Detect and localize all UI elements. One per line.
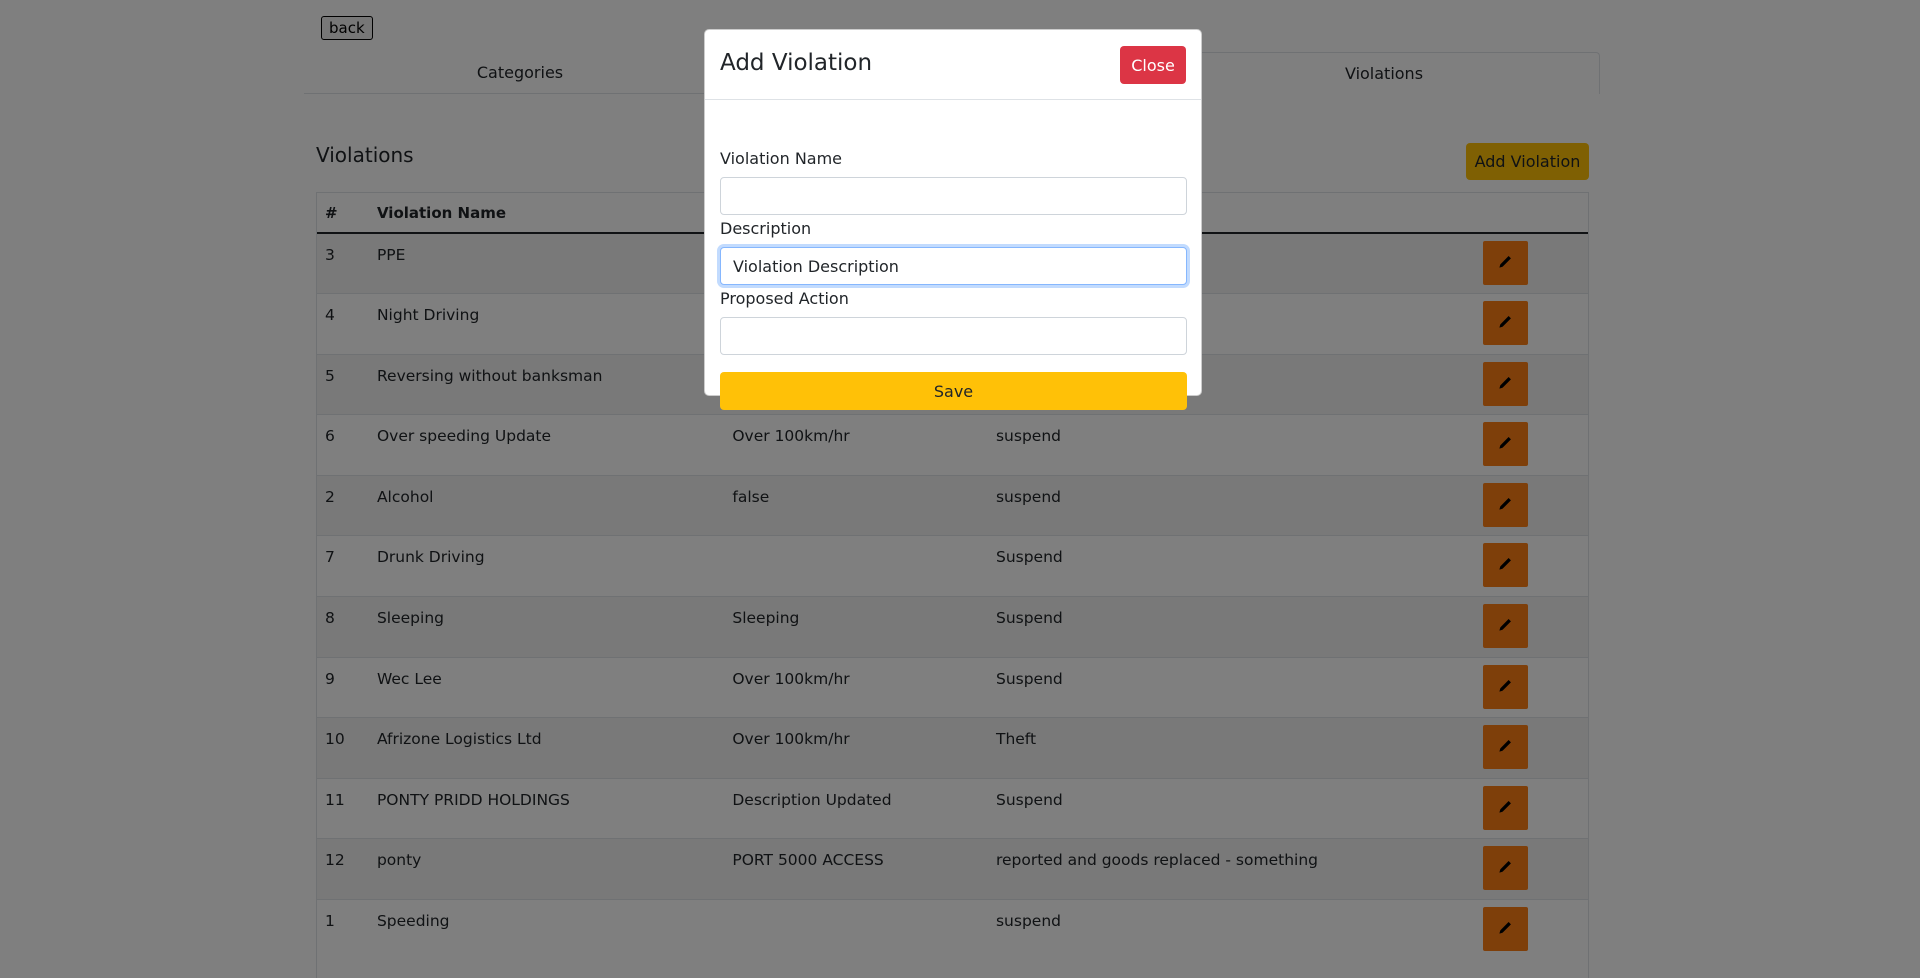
proposed-action-label: Proposed Action [720, 289, 849, 308]
description-input[interactable] [720, 247, 1187, 285]
modal-header: Add Violation Close [705, 30, 1201, 100]
proposed-action-input[interactable] [720, 317, 1187, 355]
save-button[interactable]: Save [720, 372, 1187, 410]
description-label: Description [720, 219, 812, 238]
close-button[interactable]: Close [1120, 46, 1186, 84]
modal-title: Add Violation [720, 50, 873, 76]
page: back Categories Violations Violations Ad… [0, 0, 1920, 978]
violation-name-input[interactable] [720, 177, 1187, 215]
add-violation-modal: Add Violation Close Violation Name Descr… [704, 29, 1202, 410]
violation-name-label: Violation Name [720, 149, 843, 168]
